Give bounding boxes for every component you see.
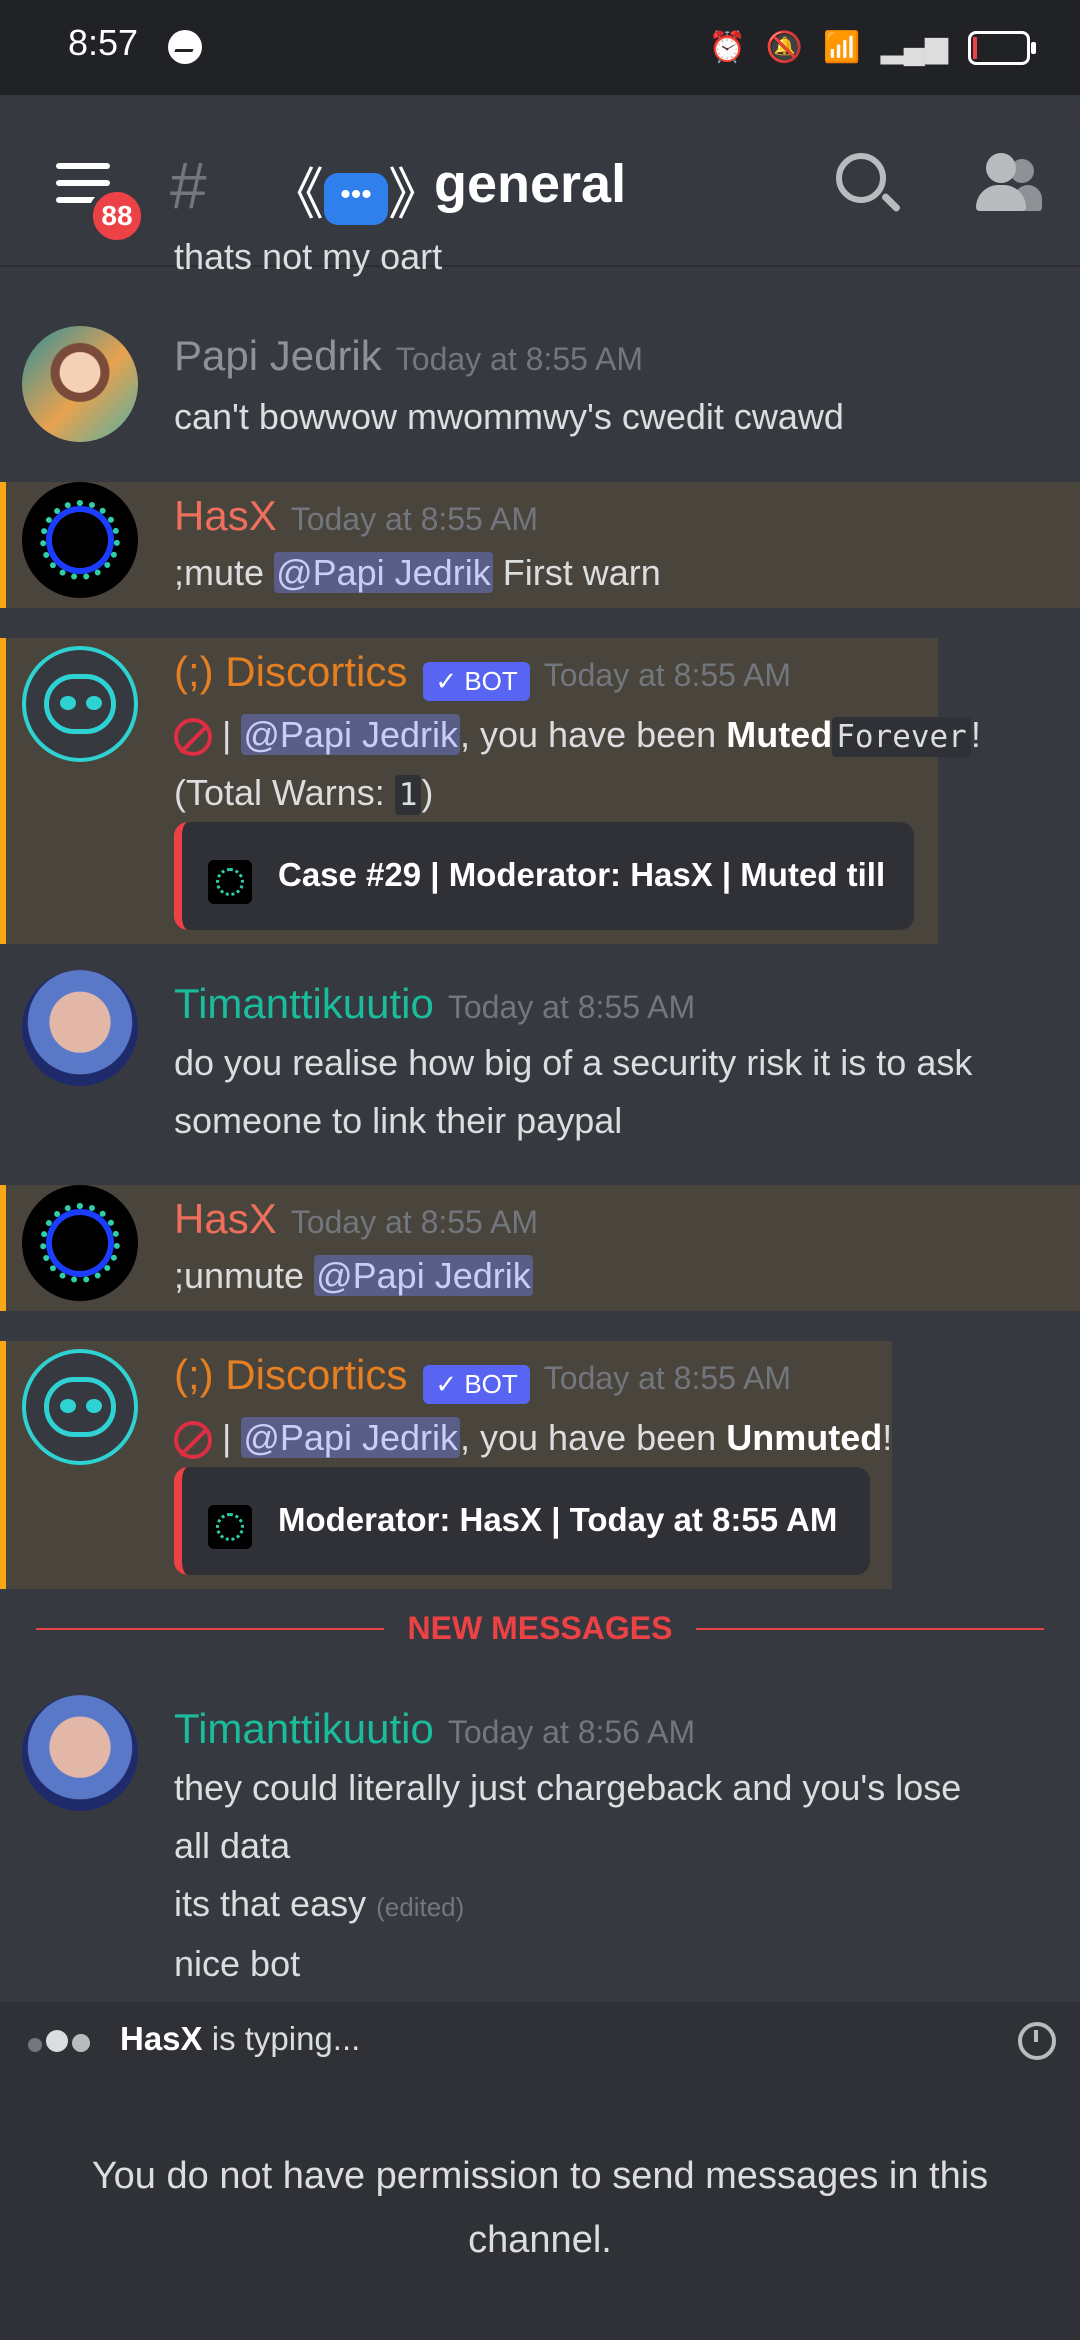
message-meta: HasX Today at 8:55 AM: [174, 1195, 538, 1243]
edited-label: (edited): [376, 1892, 465, 1922]
message-bot-muted[interactable]: (;) Discortics ✓ BOT Today at 8:55 AM | @P…: [0, 638, 981, 944]
bot-tag: ✓ BOT: [423, 1365, 530, 1405]
message-meta: Timanttikuutio Today at 8:56 AM: [174, 1705, 695, 1753]
author-name[interactable]: (;) Discortics: [174, 1351, 407, 1398]
message-hasx-unmute[interactable]: HasX Today at 8:55 AM ;unmute @Papi Jedri…: [0, 1185, 1080, 1311]
members-icon[interactable]: [976, 153, 1042, 217]
message-text-line2: all data: [174, 1825, 291, 1866]
message-meta: HasX Today at 8:55 AM: [174, 492, 538, 540]
user-mention[interactable]: @Papi Jedrik: [314, 1255, 533, 1296]
unread-badge: 88: [88, 187, 146, 245]
timestamp: Today at 8:55 AM: [543, 1360, 792, 1396]
status-icons: ⏰ 🔕 📶 ▂▄▆: [708, 30, 1036, 65]
timestamp: Today at 8:56 AM: [447, 1714, 696, 1750]
inline-code: 1: [394, 775, 422, 815]
message-papi[interactable]: Papi Jedrik Today at 8:55 AM can't bowwow…: [0, 320, 1080, 470]
timestamp: Today at 8:55 AM: [290, 501, 538, 537]
bot-avatar[interactable]: [22, 1349, 138, 1465]
author-name[interactable]: (;) Discortics: [174, 648, 407, 695]
message-bot-unmuted[interactable]: (;) Discortics ✓ BOT Today at 8:55 AM | @P…: [0, 1341, 892, 1589]
embed-author-icon: [208, 1505, 252, 1549]
inline-code: Forever: [832, 717, 971, 757]
embed-card[interactable]: Moderator: HasX | Today at 8:55 AM: [174, 1467, 870, 1575]
message-text: First warn: [502, 552, 661, 593]
battery-icon: [968, 30, 1036, 65]
author-name[interactable]: HasX: [174, 492, 277, 539]
message-meta: Timanttikuutio Today at 8:55 AM: [174, 980, 695, 1028]
status-bar: 8:57 ⏰ 🔕 📶 ▂▄▆: [0, 0, 1080, 95]
message-text-line4: nice bot: [174, 1943, 301, 1984]
user-mention[interactable]: @Papi Jedrik: [241, 1417, 460, 1458]
timestamp: Today at 8:55 AM: [395, 341, 644, 377]
typing-text: HasX is typing...: [120, 2020, 361, 2057]
message-text-line3: its that easy (edited): [174, 1883, 465, 1924]
message-text: ;mute @Papi Jedrik First warn: [174, 544, 661, 602]
channel-emoji: 《 ••• 》: [268, 163, 444, 226]
message-text: they could literally just chargeback and…: [174, 1767, 962, 1808]
messenger-icon: [168, 30, 202, 64]
signal-icon: ▂▄▆: [880, 31, 948, 64]
avatar[interactable]: [22, 326, 138, 442]
message-meta: (;) Discortics ✓ BOT Today at 8:55 AM: [174, 648, 792, 702]
avatar[interactable]: [22, 482, 138, 598]
message-text-line2: (Total Warns: 1): [174, 772, 434, 815]
command-text: ;mute: [174, 552, 265, 593]
status-time: 8:57: [68, 22, 139, 63]
timestamp: Today at 8:55 AM: [447, 989, 696, 1025]
author-name[interactable]: Timanttikuutio: [174, 1705, 434, 1752]
clipped-message: thats not my oart: [174, 240, 443, 277]
message-text: do you realise how big of a security ris…: [174, 1042, 973, 1083]
message-text: ;unmute @Papi Jedrik: [174, 1247, 533, 1305]
no-permission-footer: You do not have permission to send messa…: [0, 2078, 1080, 2340]
channel-header: 88 # 《 ••• 》 general: [0, 95, 1080, 265]
no-entry-icon: [174, 1421, 212, 1460]
message-text: can't bowwow mwommwy's cwedit cwawd: [174, 396, 844, 437]
channel-hash-icon: #: [170, 148, 207, 222]
embed-author-icon: [208, 860, 252, 904]
author-name[interactable]: Papi Jedrik: [174, 332, 382, 379]
message-hasx-mute[interactable]: HasX Today at 8:55 AM ;mute @Papi Jedrik …: [0, 482, 1080, 608]
alarm-icon: ⏰: [708, 31, 746, 64]
avatar[interactable]: [22, 1185, 138, 1301]
bot-tag: ✓ BOT: [423, 662, 530, 702]
message-meta: Papi Jedrik Today at 8:55 AM: [174, 332, 643, 380]
avatar[interactable]: [22, 1695, 138, 1811]
typing-indicator: HasX is typing...: [0, 2002, 1080, 2078]
message-timanttikuutio-2[interactable]: Timanttikuutio Today at 8:56 AM they coul…: [0, 1695, 1080, 2005]
timestamp: Today at 8:55 AM: [543, 657, 792, 693]
user-mention[interactable]: @Papi Jedrik: [274, 552, 493, 593]
timestamp: Today at 8:55 AM: [290, 1204, 538, 1240]
channel-name[interactable]: general: [434, 153, 626, 215]
message-text: | @Papi Jedrik, you have been Unmuted!: [174, 1409, 892, 1467]
new-messages-label: NEW MESSAGES: [384, 1610, 696, 1647]
message-timanttikuutio-1[interactable]: Timanttikuutio Today at 8:55 AM do you re…: [0, 970, 1080, 1150]
user-mention[interactable]: @Papi Jedrik: [241, 714, 460, 755]
typing-dots-icon: [28, 2030, 94, 2057]
slowmode-timer-icon[interactable]: [1018, 2022, 1056, 2060]
command-text: ;unmute: [174, 1255, 305, 1296]
message-text: | @Papi Jedrik, you have been Muted Forev…: [174, 706, 981, 766]
embed-title: Moderator: HasX | Today at 8:55 AM: [278, 1501, 838, 1538]
no-permission-text: You do not have permission to send messa…: [91, 2155, 989, 2261]
message-meta: (;) Discortics ✓ BOT Today at 8:55 AM: [174, 1351, 792, 1405]
search-icon[interactable]: [836, 153, 886, 203]
embed-card[interactable]: Case #29 | Moderator: HasX | Muted till: [174, 822, 914, 930]
message-text-line2: someone to link their paypal: [174, 1100, 623, 1141]
author-name[interactable]: HasX: [174, 1195, 277, 1242]
speech-bubble-icon: •••: [324, 173, 388, 226]
no-entry-icon: [174, 718, 212, 757]
bot-avatar[interactable]: [22, 646, 138, 762]
avatar[interactable]: [22, 970, 138, 1086]
mute-bell-icon: 🔕: [765, 31, 804, 64]
author-name[interactable]: Timanttikuutio: [174, 980, 434, 1027]
embed-title: Case #29 | Moderator: HasX | Muted till: [278, 856, 886, 893]
wifi-icon: 📶: [823, 31, 861, 64]
